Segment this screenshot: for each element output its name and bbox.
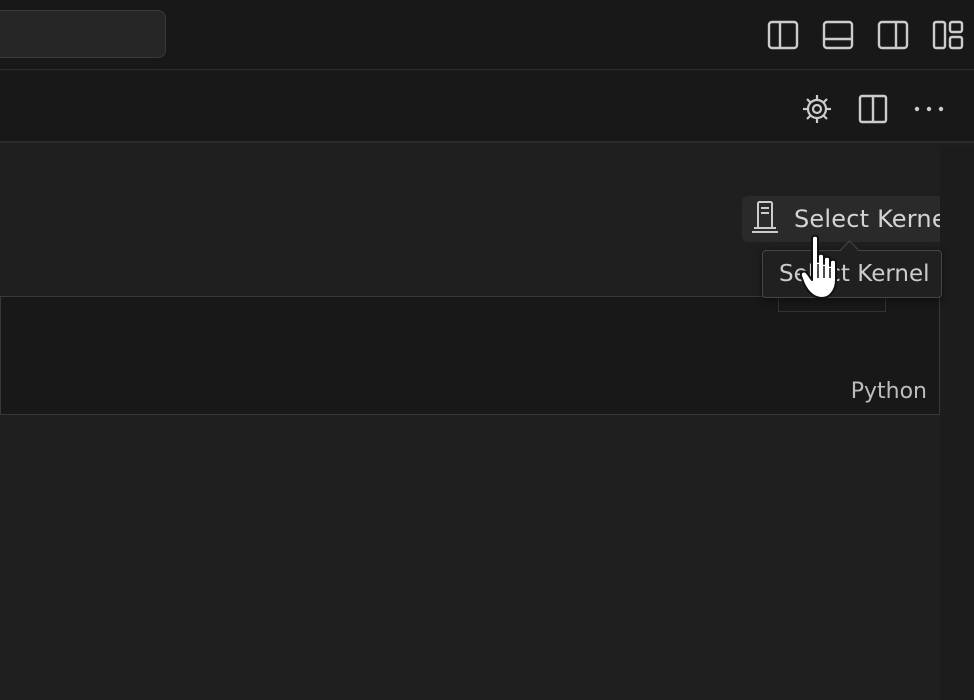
select-kernel-button[interactable]: Select Kernel xyxy=(742,196,956,242)
settings-gear-icon[interactable] xyxy=(798,90,836,128)
customize-layout-icon[interactable] xyxy=(929,18,967,52)
split-editor-icon[interactable] xyxy=(854,90,892,128)
toggle-secondary-sidebar-icon[interactable] xyxy=(874,18,912,52)
pointer-hand-cursor-icon xyxy=(799,234,848,304)
cell-language-indicator[interactable]: Python xyxy=(851,379,927,404)
more-actions-icon[interactable] xyxy=(910,90,948,128)
toggle-primary-sidebar-icon[interactable] xyxy=(764,18,802,52)
layout-controls xyxy=(764,18,967,52)
command-center-search[interactable] xyxy=(0,10,166,58)
select-kernel-tooltip: Select Kernel xyxy=(762,250,942,298)
title-bar xyxy=(0,0,974,70)
code-cell[interactable]: Python xyxy=(0,296,940,415)
editor-scrollbar-track[interactable] xyxy=(940,145,974,700)
editor-toolbar xyxy=(0,71,974,143)
editor-actions xyxy=(798,90,948,128)
select-kernel-label: Select Kernel xyxy=(794,205,954,233)
server-environment-icon xyxy=(750,200,780,238)
toggle-panel-icon[interactable] xyxy=(819,18,857,52)
